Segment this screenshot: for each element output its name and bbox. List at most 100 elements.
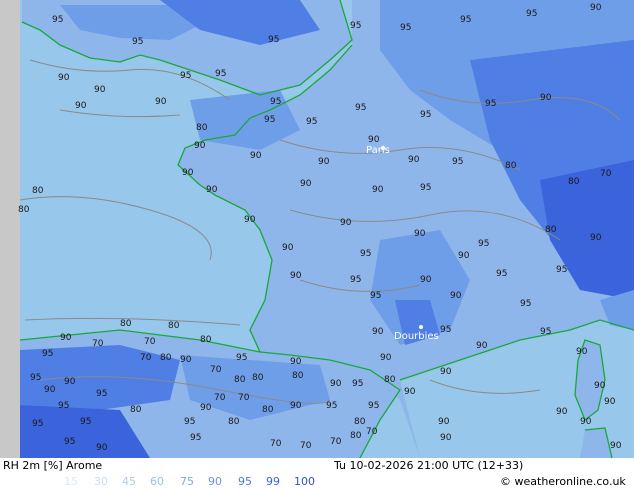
contour-label: 80 — [354, 417, 366, 427]
contour-label: 95 — [368, 401, 379, 411]
contour-label: 90 — [96, 443, 108, 453]
contour-label: 90 — [590, 233, 602, 243]
contour-label: 90 — [318, 157, 330, 167]
contour-label: 90 — [450, 291, 462, 301]
contour-label: 95 — [485, 99, 496, 109]
contour-label: 95 — [180, 71, 191, 81]
contour-label: 80 — [252, 373, 264, 383]
legend-value-90: 90 — [208, 475, 222, 488]
weather-map: 95 95 95 95 95 95 95 90 95 95 90 90 90 9… — [0, 0, 634, 458]
contour-label: 90 — [64, 377, 76, 387]
contour-label: 95 — [400, 23, 411, 33]
contour-label: 95 — [42, 349, 53, 359]
contour-label: 90 — [300, 179, 312, 189]
valid-time: Tu 10-02-2026 21:00 UTC (12+33) — [334, 459, 524, 472]
contour-label: 80 — [505, 161, 517, 171]
contour-label: 90 — [440, 433, 452, 443]
contour-label: 95 — [496, 269, 507, 279]
contour-label: 95 — [350, 275, 361, 285]
contour-label: 80 — [200, 335, 212, 345]
contour-label: 90 — [244, 215, 256, 225]
contour-label: 80 — [168, 321, 180, 331]
legend-value-60: 60 — [150, 475, 164, 488]
contour-label: 95 — [478, 239, 489, 249]
contour-label: 90 — [420, 275, 432, 285]
contour-label: 70 — [600, 169, 612, 179]
contour-label: 90 — [250, 151, 262, 161]
contour-label: 90 — [58, 73, 70, 83]
contour-label: 70 — [238, 393, 250, 403]
contour-label: 90 — [458, 251, 470, 261]
contour-label: 80 — [545, 225, 557, 235]
contour-label: 95 — [556, 265, 567, 275]
contour-label: 90 — [340, 218, 352, 228]
contour-label: 80 — [292, 371, 304, 381]
contour-label: 95 — [58, 401, 69, 411]
contour-label: 90 — [194, 141, 206, 151]
contour-label: 95 — [520, 299, 531, 309]
contour-label: 80 — [130, 405, 142, 415]
contour-label: 90 — [290, 357, 302, 367]
contour-label: 95 — [30, 373, 41, 383]
contour-label: 90 — [540, 93, 552, 103]
contour-label: 95 — [32, 419, 43, 429]
contour-label: 90 — [155, 97, 167, 107]
contour-label: 90 — [404, 387, 416, 397]
contour-label: 95 — [306, 117, 317, 127]
contour-label: 95 — [80, 417, 91, 427]
contour-label: 95 — [360, 249, 371, 259]
legend-value-30: 30 — [94, 475, 108, 488]
contour-label: 95 — [184, 417, 195, 427]
contour-label: 70 — [214, 393, 226, 403]
contour-label: 95 — [452, 157, 463, 167]
contour-label: 70 — [92, 339, 104, 349]
contour-label: 90 — [380, 353, 392, 363]
contour-label: 90 — [440, 367, 452, 377]
contour-label: 95 — [190, 433, 201, 443]
contour-label: 90 — [580, 417, 592, 427]
variable-label: RH 2m [%] Arome — [3, 459, 103, 472]
contour-label: 70 — [140, 353, 152, 363]
footer-info-row: RH 2m [%] Arome Tu 10-02-2026 21:00 UTC … — [0, 458, 634, 474]
contour-label: 90 — [182, 168, 194, 178]
contour-label: 80 — [234, 375, 246, 385]
contour-label: 90 — [610, 441, 622, 451]
legend-value-45: 45 — [122, 475, 136, 488]
contour-label: 90 — [476, 341, 488, 351]
contour-label: 95 — [132, 37, 143, 47]
contour-label: 90 — [44, 385, 56, 395]
contour-label: 90 — [438, 417, 450, 427]
contour-label: 90 — [372, 327, 384, 337]
contour-label: 80 — [228, 417, 240, 427]
copyright-link[interactable]: © weatheronline.co.uk — [500, 474, 626, 490]
contour-label: 95 — [268, 35, 279, 45]
dourbies-marker — [419, 325, 423, 329]
contour-label: 95 — [526, 9, 537, 19]
contour-label: 90 — [282, 243, 294, 253]
contour-label: 90 — [372, 185, 384, 195]
legend-value-95: 95 — [238, 475, 252, 488]
contour-label: 90 — [368, 135, 380, 145]
legend-value-100: 100 — [294, 475, 315, 488]
contour-label: 80 — [120, 319, 132, 329]
contour-label: 95 — [350, 21, 361, 31]
contour-label: 90 — [60, 333, 72, 343]
contour-label: 90 — [290, 271, 302, 281]
contour-label: 80 — [196, 123, 208, 133]
legend-value-15: 15 — [64, 475, 78, 488]
contour-label: 70 — [330, 437, 342, 447]
contour-label: 70 — [270, 439, 282, 449]
contour-label: 95 — [52, 15, 63, 25]
contour-label: 70 — [144, 337, 156, 347]
contour-label: 95 — [420, 110, 431, 120]
contour-label: 95 — [420, 183, 431, 193]
contour-label: 90 — [206, 185, 218, 195]
rh-map-canvas: 95 95 95 95 95 95 95 90 95 95 90 90 90 9… — [0, 0, 634, 458]
contour-label: 90 — [604, 397, 616, 407]
contour-label: 90 — [408, 155, 420, 165]
contour-label: 95 — [64, 437, 75, 447]
map-footer: RH 2m [%] Arome Tu 10-02-2026 21:00 UTC … — [0, 458, 634, 490]
contour-label: 90 — [330, 379, 342, 389]
contour-label: 95 — [355, 103, 366, 113]
paris-label: Paris — [366, 145, 390, 156]
